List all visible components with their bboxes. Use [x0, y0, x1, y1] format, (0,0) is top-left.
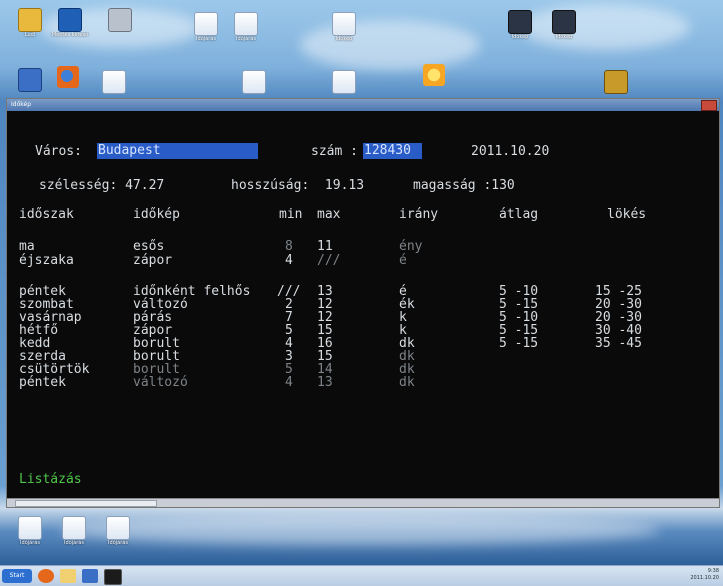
- doc-icon: [108, 8, 132, 32]
- weather-icon: [423, 64, 445, 86]
- desktop-icon-doc[interactable]: [98, 8, 142, 32]
- col-header-gust: lökés: [607, 207, 647, 222]
- desktop-icon-ludi[interactable]: Ludi: [8, 8, 52, 38]
- varos-label: Város:: [35, 144, 82, 159]
- col-header-period: időszak: [19, 207, 74, 222]
- system-tray-clock[interactable]: 9:38 2011.10.20: [690, 568, 719, 582]
- desktop-icon-files[interactable]: [92, 70, 136, 94]
- desktop-icon-bottom-1[interactable]: Időjárás: [8, 516, 52, 546]
- network-icon: [18, 68, 42, 92]
- desktop-icon-idokep-1[interactable]: Idokep: [322, 12, 366, 42]
- desktop-icon-idokep-2[interactable]: Idokep: [498, 10, 542, 40]
- console-screen: Város: Budapest szám : 128430 2011.10.20…: [7, 111, 719, 507]
- desktop-icon-weather[interactable]: [412, 64, 456, 86]
- doc-icon: [62, 516, 86, 540]
- firefox-icon: [57, 66, 79, 88]
- desktop-icon-idojaras-1[interactable]: Időjárás: [184, 12, 228, 42]
- folder-icon[interactable]: [60, 569, 76, 583]
- col-header-direction: irány: [399, 207, 439, 222]
- cell-max: ///: [317, 253, 341, 268]
- desktop-icon-label: Idokep: [511, 34, 529, 40]
- szam-label: szám :: [311, 144, 358, 159]
- szelesseg-text: szélesség: 47.27: [39, 178, 165, 193]
- clock-date: 2011.10.20: [690, 575, 719, 581]
- cell-gust: 35 -45: [595, 336, 642, 351]
- desktop-icon-bottom-3[interactable]: Időjárás: [96, 516, 140, 546]
- desktop-icon-label: Időjárás: [64, 540, 84, 546]
- doc-icon: [234, 12, 258, 36]
- app-icon: [604, 70, 628, 94]
- app-icon: [508, 10, 532, 34]
- magassag-text: magasság :130: [413, 178, 515, 193]
- desktop-icon-label: Idokep: [555, 34, 573, 40]
- doc-icon: [242, 70, 266, 94]
- console-window: Időkép Város: Budapest szám : 128430 201…: [6, 98, 720, 508]
- window-title: Időkép: [11, 101, 32, 108]
- close-icon[interactable]: [701, 100, 717, 111]
- clock-time: 9:38: [707, 568, 719, 574]
- cell-average: 5 -15: [499, 336, 539, 351]
- desktop-icon-label: Időjárás: [20, 540, 40, 546]
- desktop-icon-pin[interactable]: [594, 70, 638, 94]
- desktop-icon-label: Időjárás: [196, 36, 216, 42]
- doc-icon: [18, 516, 42, 540]
- cell-direction: dk: [399, 375, 415, 390]
- varos-input[interactable]: Budapest: [97, 143, 258, 159]
- desktop-icon-w1[interactable]: [232, 70, 276, 94]
- cell-max: 13: [317, 375, 333, 390]
- cell-period: éjszaka: [19, 253, 74, 268]
- doc-icon: [332, 70, 356, 94]
- desktop-icon-label: Időjárás: [236, 36, 256, 42]
- firefox-icon[interactable]: [38, 569, 54, 583]
- network-icon[interactable]: [82, 569, 98, 583]
- start-button[interactable]: Start: [2, 569, 32, 583]
- desktop-icon-label: Ludi: [24, 32, 36, 38]
- desktop-icon-idojaras-2[interactable]: Időjárás: [224, 12, 268, 42]
- cell-period: péntek: [19, 375, 66, 390]
- cell-sky: esős: [133, 239, 165, 254]
- doc-icon: [106, 516, 130, 540]
- console-icon[interactable]: [104, 569, 122, 585]
- cell-min: 4: [285, 253, 293, 268]
- desktop-icon-label: Idokep: [335, 36, 353, 42]
- cell-sky: zápor: [133, 253, 173, 268]
- app-icon: [552, 10, 576, 34]
- horizontal-scrollbar[interactable]: [7, 498, 719, 507]
- col-header-sky: időkép: [133, 207, 180, 222]
- doc-icon: [332, 12, 356, 36]
- desktop-icon-label: Időjárás: [108, 540, 128, 546]
- doc-icon: [194, 12, 218, 36]
- col-header-max: max: [317, 207, 341, 222]
- desktop-icon-idokep-3[interactable]: Idokep: [542, 10, 586, 40]
- doc-icon: [102, 70, 126, 94]
- cell-direction: é: [399, 253, 407, 268]
- cell-period: ma: [19, 239, 35, 254]
- scrollbar-thumb[interactable]: [15, 500, 157, 507]
- desktop-icon-mentes[interactable]: Mentés kereső: [48, 8, 92, 38]
- col-header-min: min: [279, 207, 303, 222]
- cell-direction: ény: [399, 239, 423, 254]
- doc-icon: [18, 8, 42, 32]
- desktop-icon-w2[interactable]: [322, 70, 366, 94]
- cell-min: 4: [285, 375, 293, 390]
- cell-sky: változó: [133, 375, 188, 390]
- listazas-command[interactable]: Listázás: [19, 473, 82, 487]
- window-titlebar[interactable]: Időkép: [7, 99, 719, 111]
- desktop-icon-label: Mentés kereső: [51, 32, 89, 38]
- save-icon: [58, 8, 82, 32]
- cell-max: 11: [317, 239, 333, 254]
- desktop-icon-firefox[interactable]: [46, 66, 90, 88]
- cell-min: 8: [285, 239, 293, 254]
- date-text: 2011.10.20: [471, 144, 550, 159]
- taskbar: Start 9:38 2011.10.20: [0, 565, 723, 586]
- col-header-average: átlag: [499, 207, 539, 222]
- desktop-icon-bottom-2[interactable]: Időjárás: [52, 516, 96, 546]
- hosszusag-text: hosszúság: 19.13: [231, 178, 365, 193]
- szam-input[interactable]: 128430: [363, 143, 422, 159]
